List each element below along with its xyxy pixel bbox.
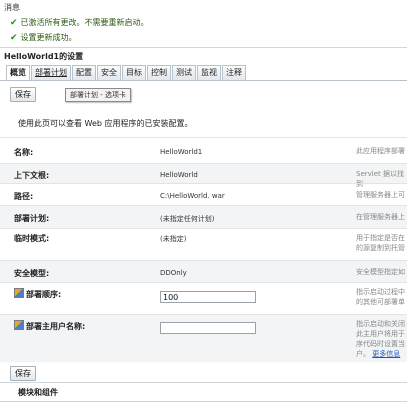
checkmark-icon: ✔ (10, 32, 18, 43)
row-help: 管理服务器上可 (356, 191, 405, 199)
row-help: 指示启动过程中 的其他可部署单 (356, 288, 405, 306)
message-text: 设置更新成功。 (20, 33, 77, 42)
deployment-principal-name-input[interactable] (160, 322, 256, 334)
row-help: 指示启动和关闭 此主用户将用于 序代码时设置当 户。 更多信息 (356, 320, 405, 358)
modules-section-title: 模块和组件 (18, 388, 58, 397)
page-description: 使用此页可以查看 Web 应用程序的已安装配置。 (18, 119, 193, 128)
tab-bar: 概览 部署计划 配置 安全 目标 控制 测试 监视 注释 (6, 65, 247, 81)
row-label: 安全模型: (14, 269, 50, 278)
tab-configuration[interactable]: 配置 (72, 65, 96, 80)
row-label: 名称: (14, 148, 34, 157)
row-label: 路径: (14, 192, 34, 201)
tab-security[interactable]: 安全 (97, 65, 121, 80)
table-row: 安全模型: DDOnly 安全模型指定如 (0, 260, 407, 283)
row-label: 临时模式: (14, 234, 50, 243)
row-help: 在管理服务器上 (356, 213, 405, 221)
table-row: 部署顺序: 指示启动过程中 的其他可部署单 (0, 282, 407, 315)
row-label: 部署顺序: (14, 288, 61, 300)
table-row: 路径: C:\HelloWorld. war 管理服务器上可 (0, 183, 407, 206)
message-text: 已激活所有更改。不需要重新启动。 (20, 18, 149, 27)
row-help: 用于指定是否在 的源复制到托管 (356, 234, 405, 252)
messages-title: 消息 (4, 3, 20, 12)
checkmark-icon: ✔ (10, 17, 18, 28)
success-message: ✔ 设置更新成功。 (10, 32, 77, 43)
row-value: (未指定) (160, 235, 187, 243)
row-value: (未指定任何计划) (160, 215, 215, 223)
more-info-link[interactable]: 更多信息 (372, 350, 400, 358)
row-help: 此应用程序部署 (356, 147, 405, 155)
row-value: C:\HelloWorld. war (160, 192, 225, 200)
tab-testing[interactable]: 测试 (172, 65, 196, 80)
row-label: 部署计划: (14, 214, 50, 223)
success-message: ✔ 已激活所有更改。不需要重新启动。 (10, 17, 149, 28)
deployment-order-input[interactable] (160, 291, 256, 303)
tab-deployment-plan[interactable]: 部署计划 (31, 65, 71, 80)
table-row: 临时模式: (未指定) 用于指定是否在 的源复制到托管 (0, 228, 407, 261)
tab-control[interactable]: 控制 (147, 65, 171, 80)
tab-monitoring[interactable]: 监视 (197, 65, 221, 80)
row-label: 部署主用户名称: (14, 320, 85, 332)
row-help: 安全模型指定如 (356, 268, 405, 276)
row-label: 上下文根: (14, 171, 50, 180)
table-row: 部署计划: (未指定任何计划) 在管理服务器上 (0, 205, 407, 229)
row-value: HelloWorld (160, 171, 198, 179)
tab-notes[interactable]: 注释 (222, 65, 246, 80)
divider (0, 401, 407, 402)
divider (0, 382, 407, 383)
row-value: DDOnly (160, 269, 187, 277)
save-button[interactable]: 保存 (10, 366, 36, 381)
deployment-order-icon (14, 288, 24, 298)
tab-tooltip: 部署计划 - 选项卡 (65, 88, 131, 102)
table-row: 名称: HelloWorld1 此应用程序部署 (0, 137, 407, 164)
row-value: HelloWorld1 (160, 148, 203, 156)
table-row: 部署主用户名称: 指示启动和关闭 此主用户将用于 序代码时设置当 户。 更多信息 (0, 314, 407, 362)
divider (0, 47, 407, 48)
tab-targets[interactable]: 目标 (122, 65, 146, 80)
tab-overview[interactable]: 概览 (6, 65, 30, 81)
principal-name-icon (14, 320, 24, 330)
table-row: 上下文根: HelloWorld Servlet 据以找到 (0, 163, 407, 188)
settings-title: HelloWorld1的设置 (4, 52, 84, 61)
save-button[interactable]: 保存 (10, 87, 36, 102)
tab-baseline (0, 80, 407, 81)
